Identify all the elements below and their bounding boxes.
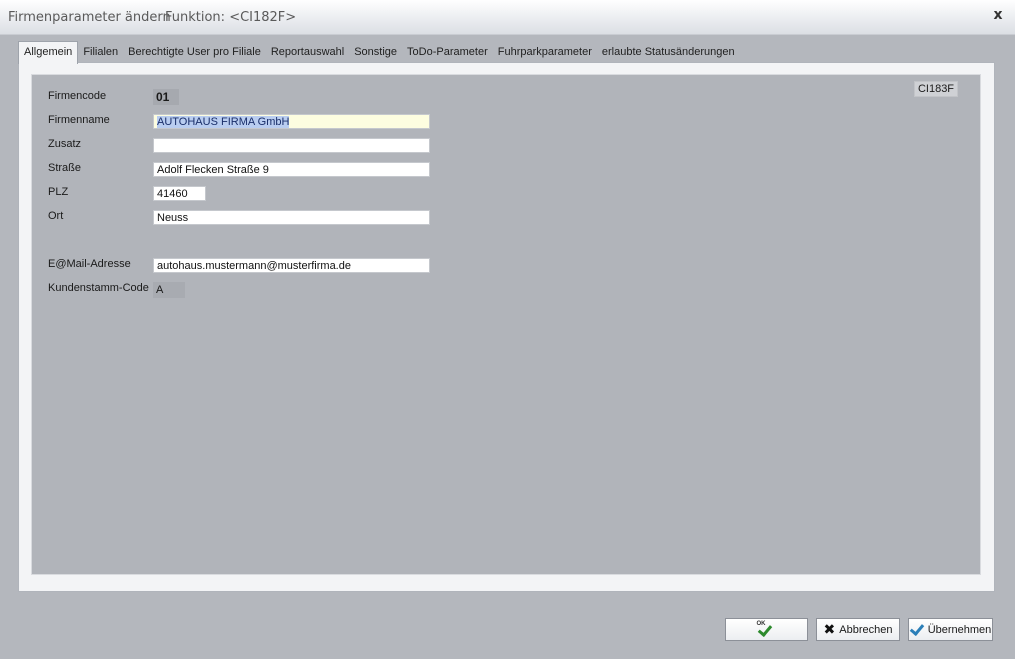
firmenname-label: Firmenname — [48, 114, 110, 126]
tab-strip: Allgemein Filialen Berechtigte User pro … — [18, 41, 740, 64]
check-icon — [910, 623, 924, 637]
ok-button[interactable]: OK — [725, 618, 808, 641]
form-id-badge: CI183F — [914, 81, 958, 97]
cancel-button[interactable]: ✖ Abbrechen — [816, 618, 900, 641]
plz-input[interactable]: 41460 — [153, 186, 206, 201]
apply-button[interactable]: Übernehmen — [908, 618, 993, 641]
function-label: Funktion: <CI182F> — [165, 10, 297, 25]
apply-button-label: Übernehmen — [927, 623, 992, 636]
kundenstamm-label: Kundenstamm-Code — [48, 282, 149, 294]
title-bar: Firmenparameter ändern Funktion: <CI182F… — [0, 0, 1015, 35]
firmencode-value: 01 — [153, 89, 179, 105]
tab-erlaubte-statusaenderungen[interactable]: erlaubte Statusänderungen — [597, 42, 740, 63]
tab-reportauswahl[interactable]: Reportauswahl — [266, 42, 349, 63]
tab-fuhrparkparameter[interactable]: Fuhrparkparameter — [493, 42, 597, 63]
plz-label: PLZ — [48, 186, 69, 198]
zusatz-label: Zusatz — [48, 138, 82, 150]
tab-todo-parameter[interactable]: ToDo-Parameter — [402, 42, 493, 63]
firmenname-value: AUTOHAUS FIRMA GmbH — [157, 116, 290, 128]
tab-sonstige[interactable]: Sonstige — [349, 42, 402, 63]
ort-input[interactable]: Neuss — [153, 210, 430, 225]
ok-check-icon: OK — [756, 621, 774, 637]
window-title: Firmenparameter ändern — [8, 10, 171, 25]
strasse-input[interactable]: Adolf Flecken Straße 9 — [153, 162, 430, 177]
x-icon: ✖ — [823, 621, 836, 638]
tab-filialen[interactable]: Filialen — [78, 42, 123, 63]
email-input[interactable]: autohaus.mustermann@musterfirma.de — [153, 258, 430, 273]
firmenname-input[interactable]: AUTOHAUS FIRMA GmbH — [153, 114, 430, 129]
email-label: E@Mail-Adresse — [48, 258, 131, 270]
firmencode-label: Firmencode — [48, 90, 107, 102]
tab-allgemein[interactable]: Allgemein — [18, 41, 79, 64]
zusatz-input[interactable] — [153, 138, 430, 153]
kundenstamm-value: A — [153, 282, 185, 298]
tab-berechtigte-user[interactable]: Berechtigte User pro Filiale — [123, 42, 266, 63]
ort-label: Ort — [48, 210, 64, 222]
close-icon[interactable]: x — [991, 8, 1005, 22]
general-panel: CI183F Firmencode 01 Firmenname AUTOHAUS… — [31, 74, 981, 575]
strasse-label: Straße — [48, 162, 82, 174]
cancel-button-label: Abbrechen — [839, 623, 893, 636]
